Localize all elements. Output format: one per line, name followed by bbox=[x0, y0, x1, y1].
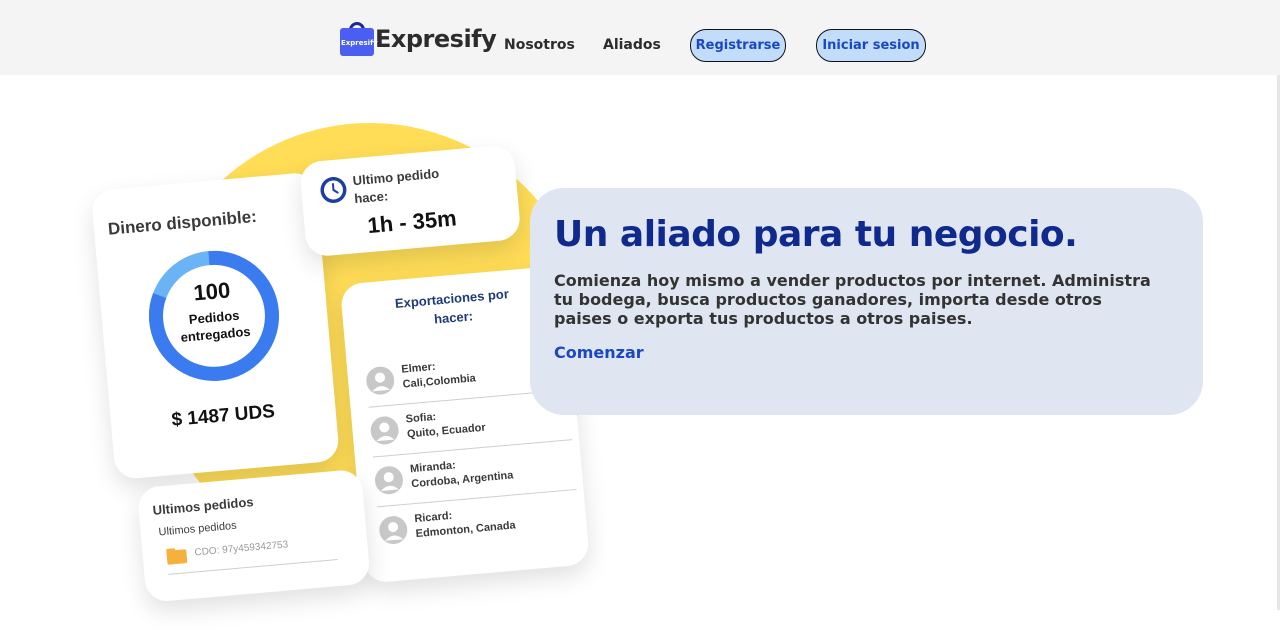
register-button[interactable]: Registrarse bbox=[690, 29, 786, 62]
brand-logo[interactable]: Expresify Expresify bbox=[340, 22, 497, 56]
user-avatar-icon bbox=[370, 416, 399, 445]
login-button[interactable]: Iniciar sesion bbox=[816, 29, 926, 62]
nav-link-nosotros[interactable]: Nosotros bbox=[504, 37, 575, 53]
balance-title: Dinero disponible: bbox=[107, 206, 258, 239]
exports-title: Exportaciones por hacer: bbox=[359, 281, 547, 335]
last-order-time: 1h - 35m bbox=[366, 205, 458, 239]
clock-icon bbox=[320, 176, 347, 203]
hero-title: Un aliado para tu negocio. bbox=[554, 214, 1078, 255]
user-avatar-icon bbox=[379, 516, 408, 545]
shopping-bag-icon: Expresify bbox=[340, 22, 378, 56]
start-link[interactable]: Comenzar bbox=[554, 343, 644, 362]
folder-icon bbox=[166, 548, 188, 565]
balance-amount: $ 1487 UDS bbox=[170, 400, 276, 431]
user-avatar-icon bbox=[374, 466, 403, 495]
brand-name: Expresify bbox=[375, 25, 497, 53]
top-navbar: Expresify Expresify Nosotros Aliados Reg… bbox=[0, 0, 1280, 75]
recent-orders-title: Ultimos pedidos bbox=[152, 494, 255, 518]
recent-orders-card: Ultimos pedidos Ultimos pedidos CDO: 97y… bbox=[136, 468, 371, 603]
last-order-card: Ultimo pedido hace: 1h - 35m bbox=[298, 144, 522, 258]
order-code: CDO: 97y459342753 bbox=[194, 539, 289, 559]
dashboard-illustration: Dinero disponible: 100 Pedidos entregado… bbox=[0, 75, 620, 610]
user-avatar-icon bbox=[366, 366, 395, 395]
last-order-title: Ultimo pedido hace: bbox=[352, 165, 441, 208]
balance-card: Dinero disponible: 100 Pedidos entregado… bbox=[90, 171, 341, 481]
hero-description: Comienza hoy mismo a vender productos po… bbox=[554, 271, 1151, 328]
hero-panel: Un aliado para tu negocio. Comienza hoy … bbox=[530, 188, 1203, 415]
recent-orders-subtitle: Ultimos pedidos bbox=[158, 519, 238, 539]
bag-label: Expresify bbox=[341, 39, 378, 47]
nav-link-aliados[interactable]: Aliados bbox=[603, 37, 661, 53]
divider bbox=[168, 559, 338, 575]
